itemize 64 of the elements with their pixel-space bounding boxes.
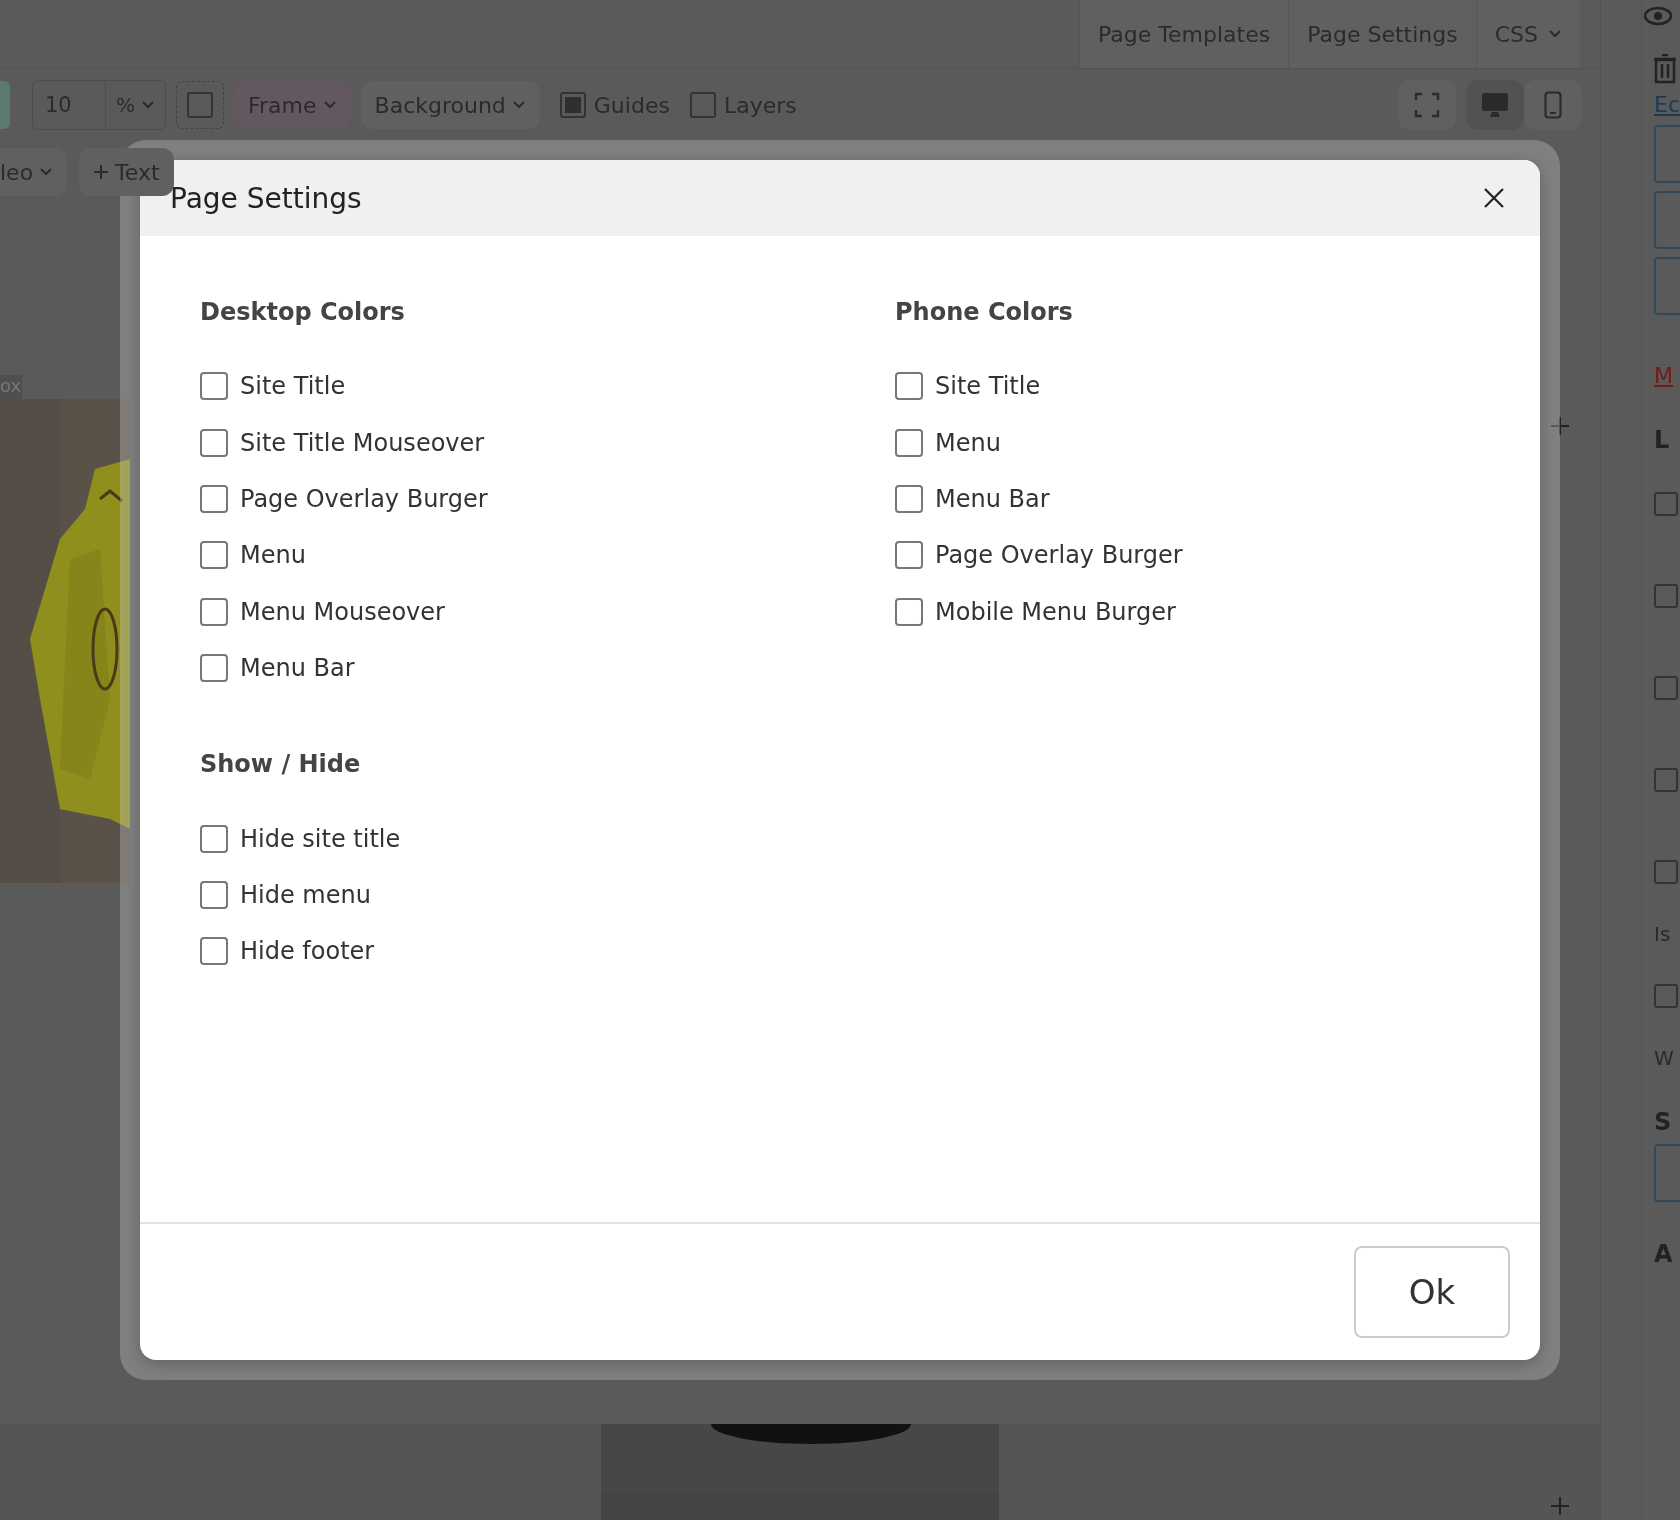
sidebar-link[interactable]: Ec (1654, 92, 1680, 117)
checkbox[interactable] (200, 541, 228, 570)
phone-icon (1544, 91, 1562, 119)
checkbox-label: Menu Mouseover (240, 597, 445, 626)
eye-icon[interactable] (1644, 6, 1672, 26)
checkbox[interactable] (895, 372, 923, 401)
checkbox[interactable] (200, 484, 228, 513)
checkbox[interactable] (895, 541, 923, 570)
checkbox[interactable] (200, 428, 228, 457)
sidebar-heading: L (1654, 426, 1671, 454)
fullscreen-icon (1414, 92, 1440, 118)
section-heading: Desktop Colors (200, 297, 406, 328)
checkbox-label: Menu Bar (935, 484, 1050, 513)
checkbox[interactable] (200, 824, 228, 853)
chevron-down-icon (141, 100, 155, 110)
sidebar-checkbox[interactable] (1654, 860, 1678, 884)
section-heading: Show / Hide (200, 749, 362, 781)
add-icon[interactable] (1550, 416, 1570, 436)
checkbox[interactable] (689, 92, 716, 118)
checkbox[interactable] (200, 597, 228, 626)
sidebar-checkbox[interactable] (1654, 984, 1678, 1008)
trash-icon[interactable] (1654, 54, 1676, 84)
checkbox[interactable] (200, 880, 228, 909)
checkbox-label: Mobile Menu Burger (935, 597, 1176, 626)
checkbox-label: Site Title (240, 372, 346, 401)
sidebar-checkbox[interactable] (1654, 768, 1678, 792)
checkbox-label: Menu (240, 541, 306, 570)
chevron-down-icon (322, 100, 337, 110)
checkbox[interactable] (559, 92, 586, 118)
checkbox[interactable] (895, 597, 923, 626)
ok-button[interactable]: Ok (1354, 1246, 1510, 1338)
chevron-down-icon (39, 167, 54, 177)
checkbox-label: Menu Bar (240, 654, 355, 683)
sidebar-heading: A (1654, 1240, 1674, 1268)
sidebar-checkbox[interactable] (1654, 676, 1678, 700)
checkbox[interactable] (200, 937, 228, 966)
frame-dropdown[interactable]: Frame (234, 81, 351, 129)
checkbox-label: Page Overlay Burger (240, 484, 488, 513)
checkbox-label: Page Overlay Burger (935, 541, 1183, 570)
chevron-down-icon (1548, 29, 1562, 39)
frame-toggle[interactable] (176, 81, 224, 129)
checkbox[interactable] (895, 428, 923, 457)
phone-view-button[interactable] (1524, 80, 1582, 130)
checkbox[interactable] (895, 484, 923, 513)
desktop-view-button[interactable] (1466, 80, 1524, 130)
plus-icon (93, 164, 110, 180)
checkbox-label: Hide menu (240, 880, 371, 909)
checkbox-label: Site Title Mouseover (240, 428, 485, 457)
monitor-icon (1481, 92, 1509, 118)
sidebar-checkbox[interactable] (1654, 584, 1678, 608)
checkbox[interactable] (200, 654, 228, 683)
chevron-down-icon (511, 100, 526, 110)
checkbox-label: Hide footer (240, 937, 375, 966)
fullscreen-button[interactable] (1398, 80, 1456, 130)
checkbox[interactable] (200, 372, 228, 401)
sidebar-heading: S (1654, 1108, 1673, 1136)
checkbox-label: Menu (935, 428, 1001, 457)
sidebar-checkbox[interactable] (1654, 492, 1678, 516)
section-heading: Phone Colors (895, 297, 1074, 328)
checkbox-label: Site Title (935, 372, 1041, 401)
sidebar-link[interactable]: M (1654, 363, 1680, 388)
color-swatch[interactable] (0, 81, 10, 129)
add-icon[interactable] (1550, 1496, 1570, 1516)
checkbox-label: Hide site title (240, 824, 401, 853)
